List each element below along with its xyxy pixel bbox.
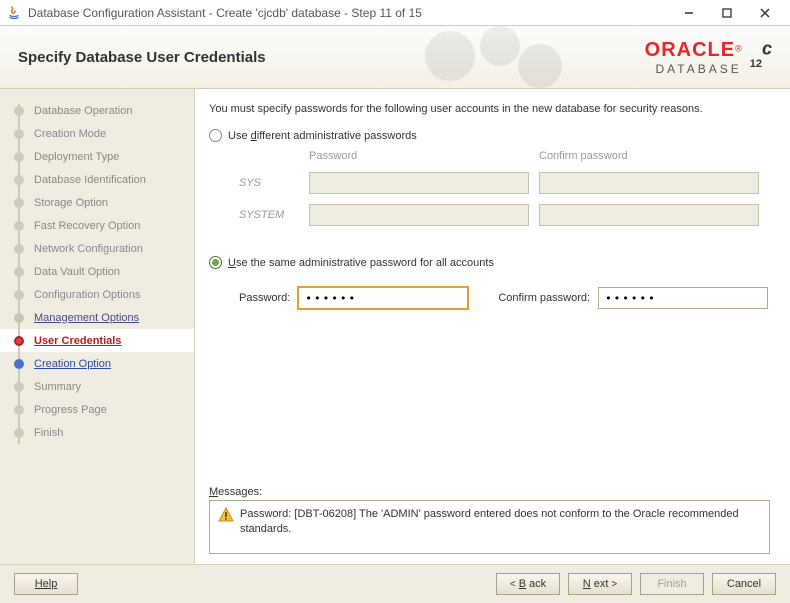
col-confirm-header: Confirm password — [539, 150, 759, 162]
help-button[interactable]: Help — [14, 573, 78, 595]
version-label: 12c — [750, 38, 772, 76]
nav-step-label: Deployment Type — [34, 151, 119, 163]
nav-bullet-icon — [14, 152, 24, 162]
nav-step-label: Database Identification — [34, 174, 146, 186]
cancel-button[interactable]: Cancel — [712, 573, 776, 595]
nav-step-4[interactable]: Storage Option — [0, 191, 194, 214]
nav-bullet-icon — [14, 267, 24, 277]
maximize-button[interactable] — [708, 1, 746, 25]
sys-confirm-input — [539, 172, 759, 194]
main-panel: You must specify passwords for the follo… — [195, 89, 790, 564]
nav-step-6[interactable]: Network Configuration — [0, 237, 194, 260]
row-sys-label: SYS — [239, 177, 299, 189]
nav-bullet-icon — [14, 244, 24, 254]
radio-different-input[interactable] — [209, 129, 222, 142]
window-title: Database Configuration Assistant - Creat… — [28, 6, 670, 20]
nav-step-1[interactable]: Creation Mode — [0, 122, 194, 145]
nav-step-label: Fast Recovery Option — [34, 220, 140, 232]
nav-bullet-icon — [14, 382, 24, 392]
oracle-logo: ORACLE® DATABASE 12c — [645, 38, 772, 76]
nav-step-label: Progress Page — [34, 404, 107, 416]
sys-password-input — [309, 172, 529, 194]
nav-step-label: Network Configuration — [34, 243, 143, 255]
nav-bullet-icon — [14, 198, 24, 208]
nav-step-7[interactable]: Data Vault Option — [0, 260, 194, 283]
radio-different-passwords[interactable]: Use different administrative passwords — [209, 129, 770, 142]
nav-step-0[interactable]: Database Operation — [0, 99, 194, 122]
gears-decoration — [410, 26, 590, 89]
nav-bullet-icon — [14, 290, 24, 300]
instruction-text: You must specify passwords for the follo… — [209, 103, 770, 115]
radio-different-label: Use different administrative passwords — [228, 130, 417, 142]
next-button[interactable]: Next > — [568, 573, 632, 595]
nav-bullet-icon — [14, 359, 24, 369]
minimize-button[interactable] — [670, 1, 708, 25]
nav-step-14: Finish — [0, 421, 194, 444]
nav-bullet-icon — [14, 129, 24, 139]
system-password-input — [309, 204, 529, 226]
nav-step-9[interactable]: Management Options — [0, 306, 194, 329]
nav-step-label: Creation Option — [34, 358, 111, 370]
nav-step-label: Summary — [34, 381, 81, 393]
messages-heading: Messages: — [209, 486, 770, 498]
same-confirm-label: Confirm password: — [498, 292, 590, 304]
nav-step-label: Finish — [34, 427, 63, 439]
nav-step-5[interactable]: Fast Recovery Option — [0, 214, 194, 237]
java-app-icon — [6, 5, 22, 21]
nav-bullet-icon — [14, 106, 24, 116]
finish-button: Finish — [640, 573, 704, 595]
radio-same-input[interactable] — [209, 256, 222, 269]
brand-sub: DATABASE — [645, 62, 742, 76]
window-titlebar: Database Configuration Assistant - Creat… — [0, 0, 790, 26]
nav-step-3[interactable]: Database Identification — [0, 168, 194, 191]
row-system-label: SYSTEM — [239, 209, 299, 221]
nav-step-10[interactable]: User Credentials — [0, 329, 194, 352]
radio-same-password[interactable]: Use the same administrative password for… — [209, 256, 770, 269]
nav-step-label: Database Operation — [34, 105, 132, 117]
nav-step-label: Creation Mode — [34, 128, 106, 140]
same-confirm-input[interactable] — [598, 287, 768, 309]
nav-bullet-icon — [14, 336, 24, 346]
nav-step-13: Progress Page — [0, 398, 194, 421]
col-password-header: Password — [309, 150, 529, 162]
nav-bullet-icon — [14, 405, 24, 415]
nav-bullet-icon — [14, 175, 24, 185]
same-password-label: Password: — [239, 292, 290, 304]
nav-step-label: Data Vault Option — [34, 266, 120, 278]
wizard-nav: Database Operation Creation Mode Deploymen… — [0, 89, 195, 564]
nav-step-12: Summary — [0, 375, 194, 398]
nav-step-2[interactable]: Deployment Type — [0, 145, 194, 168]
nav-step-11[interactable]: Creation Option — [0, 352, 194, 375]
footer-bar: Help < Back Next > Finish Cancel — [0, 564, 790, 603]
system-confirm-input — [539, 204, 759, 226]
close-button[interactable] — [746, 1, 784, 25]
header-banner: Specify Database User Credentials ORACLE… — [0, 26, 790, 89]
nav-step-label: Configuration Options — [34, 289, 140, 301]
nav-step-label: User Credentials — [34, 335, 121, 347]
message-text: Password: [DBT-06208] The 'ADMIN' passwo… — [240, 507, 761, 538]
nav-step-8[interactable]: Configuration Options — [0, 283, 194, 306]
nav-bullet-icon — [14, 221, 24, 231]
nav-step-label: Management Options — [34, 312, 139, 324]
nav-bullet-icon — [14, 428, 24, 438]
radio-same-label: Use the same administrative password for… — [228, 257, 494, 269]
brand-word: ORACLE — [645, 39, 735, 61]
same-password-input[interactable] — [298, 287, 468, 309]
warning-icon — [218, 507, 234, 523]
messages-box: Password: [DBT-06208] The 'ADMIN' passwo… — [209, 500, 770, 554]
page-title: Specify Database User Credentials — [18, 49, 266, 66]
nav-bullet-icon — [14, 313, 24, 323]
nav-step-label: Storage Option — [34, 197, 108, 209]
back-button[interactable]: < Back — [496, 573, 560, 595]
